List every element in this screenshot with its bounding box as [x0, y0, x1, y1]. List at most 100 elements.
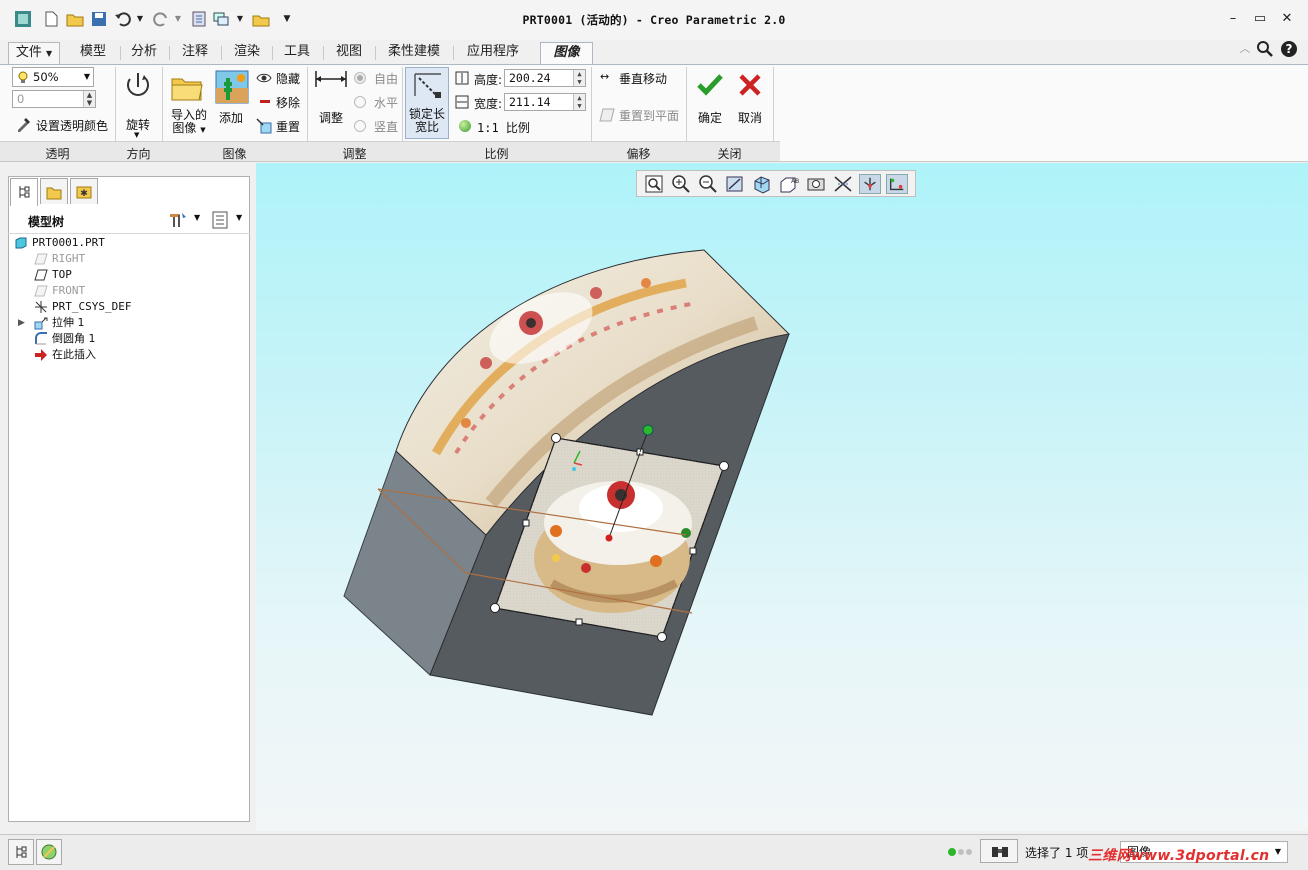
tree-settings-dropdown-icon[interactable]: ▼: [194, 213, 200, 222]
tab-flexible-modeling[interactable]: 柔性建模: [376, 42, 452, 64]
tab-render[interactable]: 渲染: [222, 42, 272, 64]
tab-view[interactable]: 视图: [324, 42, 374, 64]
transparency-number-field[interactable]: 0 ▲ ▼: [12, 90, 96, 108]
model-tree-header: 模型树 ▼ ▼: [8, 206, 250, 234]
center-handle[interactable]: [605, 534, 613, 542]
group-label-image: 图像: [222, 147, 247, 161]
rotate-handle[interactable]: [642, 424, 654, 436]
minimize-button[interactable]: –: [1222, 10, 1244, 28]
set-transparent-color-button[interactable]: 设置透明颜色: [36, 117, 108, 134]
eyedropper-icon: [18, 118, 30, 132]
height-input[interactable]: 200.24 ▲ ▼: [504, 69, 586, 87]
svg-text:AB: AB: [791, 178, 799, 185]
refit-icon[interactable]: [643, 174, 665, 194]
tab-image[interactable]: 图像: [540, 42, 593, 66]
status-dot-icon: [958, 849, 964, 855]
tab-analysis[interactable]: 分析: [120, 42, 168, 64]
folder-browser-tab[interactable]: [40, 178, 68, 204]
ribbon-group-labels: 透明 方向 图像 调整 比例 偏移 关闭: [0, 141, 780, 161]
model-tree-tab[interactable]: [10, 178, 38, 206]
reset-to-plane-button[interactable]: 重置到平面: [619, 107, 679, 124]
vertical-move-icon: ↔: [600, 70, 610, 83]
show-columns-icon[interactable]: [212, 211, 228, 229]
height-label: 高度:: [474, 73, 503, 87]
bulb-icon: [18, 71, 28, 83]
free-label: 自由: [374, 72, 399, 86]
insert-here-icon: [35, 349, 47, 361]
find-button[interactable]: [980, 839, 1018, 863]
tree-settings-icon[interactable]: [168, 211, 188, 229]
add-image-icon[interactable]: [215, 70, 249, 104]
watermark: 三维网www.3dportal.cn: [1088, 848, 1270, 864]
tab-applications[interactable]: 应用程序: [454, 42, 532, 64]
imported-images-button[interactable]: 导入的 图像 ▼: [170, 109, 208, 137]
zoom-in-icon[interactable]: [670, 174, 692, 194]
help-icon[interactable]: ?: [1280, 40, 1298, 58]
rotate-dropdown-icon[interactable]: ▼: [134, 131, 139, 139]
vertical-radio[interactable]: [354, 120, 366, 132]
model-3d-view[interactable]: [256, 163, 1308, 831]
graphics-toolbar: AB: [636, 170, 916, 197]
saved-orientations-icon[interactable]: AB: [778, 174, 800, 194]
collapse-ribbon-icon[interactable]: ︿: [1234, 40, 1256, 58]
spin-center-icon[interactable]: [859, 174, 881, 194]
cancel-x-icon[interactable]: [738, 74, 762, 96]
hide-button[interactable]: 隐藏: [276, 70, 300, 87]
imported-images-icon[interactable]: [170, 71, 204, 103]
navigator-toggle-icon: [16, 846, 27, 858]
ok-check-icon[interactable]: [696, 73, 724, 97]
ok-button[interactable]: 确定: [698, 109, 722, 126]
view-manager-icon[interactable]: [805, 174, 827, 194]
vertical-label: 竖直: [374, 120, 399, 134]
title-bar: ▼ ▼ ▼ ▼ PRT0001 (活动的) - Creo Parametric …: [0, 0, 1308, 40]
horizontal-radio[interactable]: [354, 96, 366, 108]
tab-model[interactable]: 模型: [66, 42, 120, 64]
add-image-button[interactable]: 添加: [219, 109, 243, 126]
tab-annotate[interactable]: 注释: [170, 42, 220, 64]
binoculars-icon: [992, 847, 1008, 857]
datum-display-icon[interactable]: [832, 174, 854, 194]
zoom-out-icon[interactable]: [697, 174, 719, 194]
width-icon: [455, 95, 469, 109]
datum-plane-icon: [34, 285, 48, 297]
navigator-tabs: ✱: [8, 178, 258, 206]
round-icon: [35, 332, 47, 345]
adjust-dimension-icon[interactable]: [314, 69, 348, 89]
selection-status: 选择了 1 项: [1025, 846, 1089, 860]
annotation-display-icon[interactable]: [886, 174, 908, 194]
display-style-icon[interactable]: [751, 174, 773, 194]
window-title: PRT0001 (活动的) - Creo Parametric 2.0: [522, 13, 786, 27]
remove-icon: [260, 100, 270, 103]
scale-ratio-icon: [459, 120, 471, 132]
tab-file[interactable]: 文件 ▼: [8, 42, 60, 64]
repaint-icon[interactable]: [724, 174, 746, 194]
rotate-icon[interactable]: [122, 69, 154, 103]
group-label-adjust: 调整: [342, 147, 367, 161]
expand-arrow-icon[interactable]: ▶: [18, 315, 25, 331]
lock-aspect-ratio-button[interactable]: 锁定长 宽比: [405, 67, 449, 139]
adjust-button[interactable]: 调整: [319, 109, 343, 126]
show-browser-button[interactable]: [36, 839, 62, 865]
width-input[interactable]: 211.14 ▲ ▼: [504, 93, 586, 111]
svg-text:✱: ✱: [80, 189, 88, 199]
show-dropdown-icon[interactable]: ▼: [236, 213, 242, 222]
regen-status-icon: [948, 848, 956, 856]
reset-icon: [256, 118, 272, 134]
close-button[interactable]: ✕: [1276, 10, 1298, 28]
search-icon[interactable]: [1256, 40, 1274, 58]
remove-button[interactable]: 移除: [276, 94, 300, 111]
model-tree-tab-icon: [19, 186, 30, 198]
one-to-one-scale-button[interactable]: 1:1 比例: [477, 119, 530, 136]
horizontal-label: 水平: [374, 96, 399, 110]
model-tree-title: 模型树: [28, 215, 65, 229]
graphics-viewport[interactable]: [256, 163, 1308, 831]
maximize-button[interactable]: ▭: [1249, 10, 1271, 28]
tab-tools[interactable]: 工具: [272, 42, 322, 64]
width-label: 宽度:: [474, 97, 503, 111]
cake-decal: [534, 481, 692, 613]
reset-button[interactable]: 重置: [276, 118, 300, 135]
cancel-button[interactable]: 取消: [738, 109, 762, 126]
favorites-tab[interactable]: ✱: [70, 178, 98, 204]
vertical-move-button[interactable]: 垂直移动: [619, 70, 667, 87]
show-navigator-button[interactable]: [8, 839, 34, 865]
